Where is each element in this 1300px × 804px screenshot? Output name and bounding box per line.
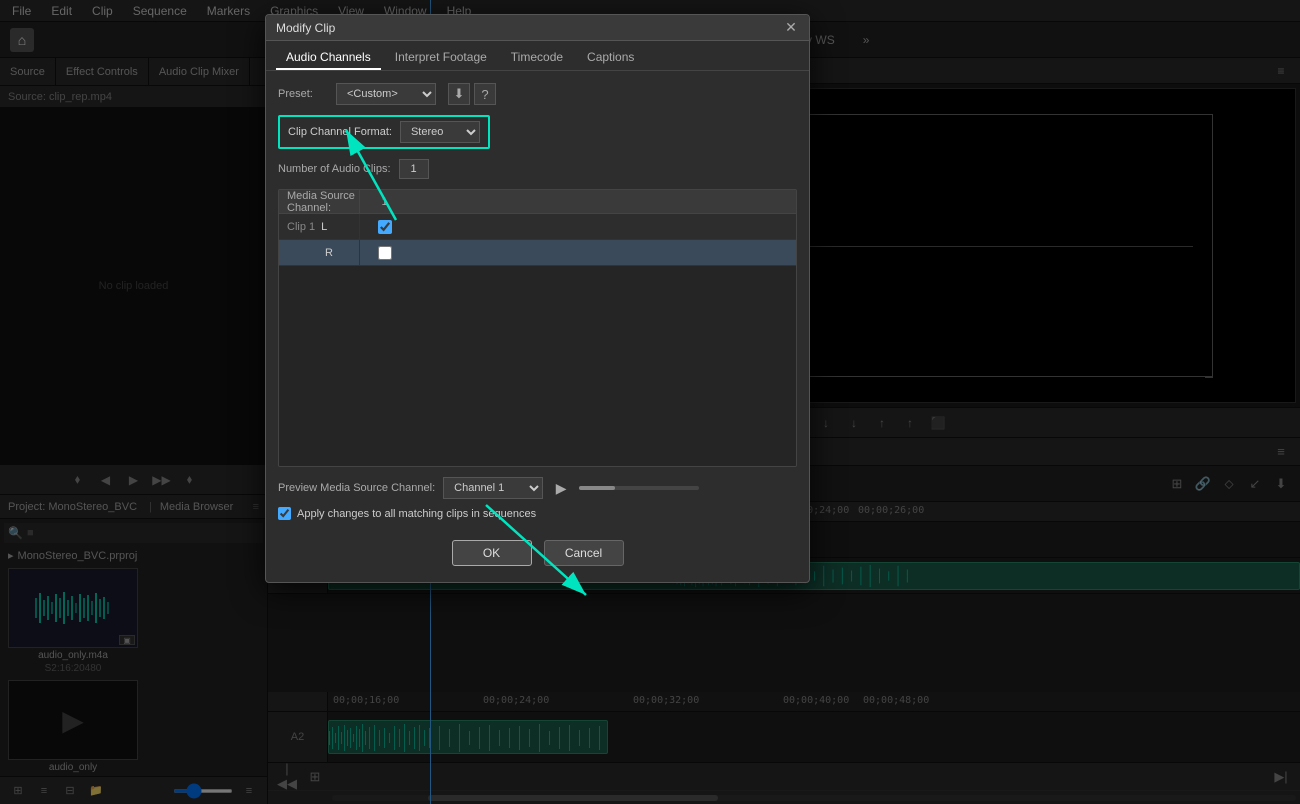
- apply-label: Apply changes to all matching clips in s…: [297, 508, 536, 520]
- preset-save-btn[interactable]: ⬇: [448, 83, 470, 105]
- channel-cell-r-1: [359, 240, 409, 266]
- channel-r-label: R: [325, 247, 333, 259]
- clip1-label: Clip 1: [287, 221, 315, 233]
- modal-overlay: Modify Clip ✕ Audio Channels Interpret F…: [0, 0, 1300, 804]
- modal-tab-captions[interactable]: Captions: [577, 46, 644, 70]
- channel-num-1: 1: [359, 190, 409, 214]
- preview-label: Preview Media Source Channel:: [278, 482, 435, 494]
- modal-tabs: Audio Channels Interpret Footage Timecod…: [266, 41, 809, 71]
- channel-l-checkbox[interactable]: [378, 220, 392, 234]
- dialog-buttons: OK Cancel: [278, 530, 797, 570]
- preset-icons: ⬇ ?: [448, 83, 496, 105]
- modal-tab-timecode[interactable]: Timecode: [501, 46, 573, 70]
- preset-row: Preset: <Custom> ⬇ ?: [278, 83, 797, 105]
- modal-title: Modify Clip: [276, 21, 335, 35]
- num-clips-label: Number of Audio Clips:: [278, 163, 391, 175]
- preset-select[interactable]: <Custom>: [336, 83, 436, 105]
- preset-info-btn[interactable]: ?: [474, 83, 496, 105]
- preview-channel-select[interactable]: Channel 1 Channel 2: [443, 477, 543, 499]
- channel-empty-area: [279, 266, 796, 466]
- channel-l-label: L: [321, 221, 327, 233]
- modal-titlebar: Modify Clip ✕: [266, 15, 809, 41]
- channel-cells-l: [359, 214, 409, 240]
- channel-cells-r: [359, 240, 409, 266]
- channel-r-label-container: R: [279, 247, 359, 259]
- preview-row: Preview Media Source Channel: Channel 1 …: [278, 477, 797, 499]
- cancel-button[interactable]: Cancel: [544, 540, 624, 566]
- modal-window: Modify Clip ✕ Audio Channels Interpret F…: [265, 14, 810, 583]
- modal-close-button[interactable]: ✕: [783, 20, 799, 36]
- channel-table: Media Source Channel: 1 Clip 1 L: [278, 189, 797, 467]
- modal-tab-interpret-footage[interactable]: Interpret Footage: [385, 46, 497, 70]
- num-clips-value: 1: [399, 159, 429, 179]
- clip-format-select[interactable]: Stereo Mono 5.1: [400, 121, 480, 143]
- channel-clip1-l-label: Clip 1 L: [279, 221, 359, 233]
- apply-row: Apply changes to all matching clips in s…: [278, 507, 797, 520]
- channel-row-r: R: [279, 240, 796, 266]
- preview-volume-slider: [579, 486, 699, 490]
- ok-button[interactable]: OK: [452, 540, 532, 566]
- channel-table-header: Media Source Channel: 1: [279, 190, 796, 214]
- clip-format-row: Clip Channel Format: Stereo Mono 5.1: [278, 115, 490, 149]
- apply-checkbox[interactable]: [278, 507, 291, 520]
- num-clips-row: Number of Audio Clips: 1: [278, 159, 797, 179]
- channel-r-checkbox[interactable]: [378, 246, 392, 260]
- modal-tab-audio-channels[interactable]: Audio Channels: [276, 46, 381, 70]
- preview-play-btn[interactable]: ▶: [551, 478, 571, 498]
- preset-label: Preset:: [278, 88, 328, 100]
- modal-body: Preset: <Custom> ⬇ ? Clip Channel Format…: [266, 71, 809, 582]
- channel-nums: 1: [359, 190, 409, 214]
- media-source-label: Media Source Channel:: [279, 190, 359, 214]
- channel-cell-l-1: [359, 214, 409, 240]
- clip-format-label: Clip Channel Format:: [288, 126, 392, 138]
- channel-row-l: Clip 1 L: [279, 214, 796, 240]
